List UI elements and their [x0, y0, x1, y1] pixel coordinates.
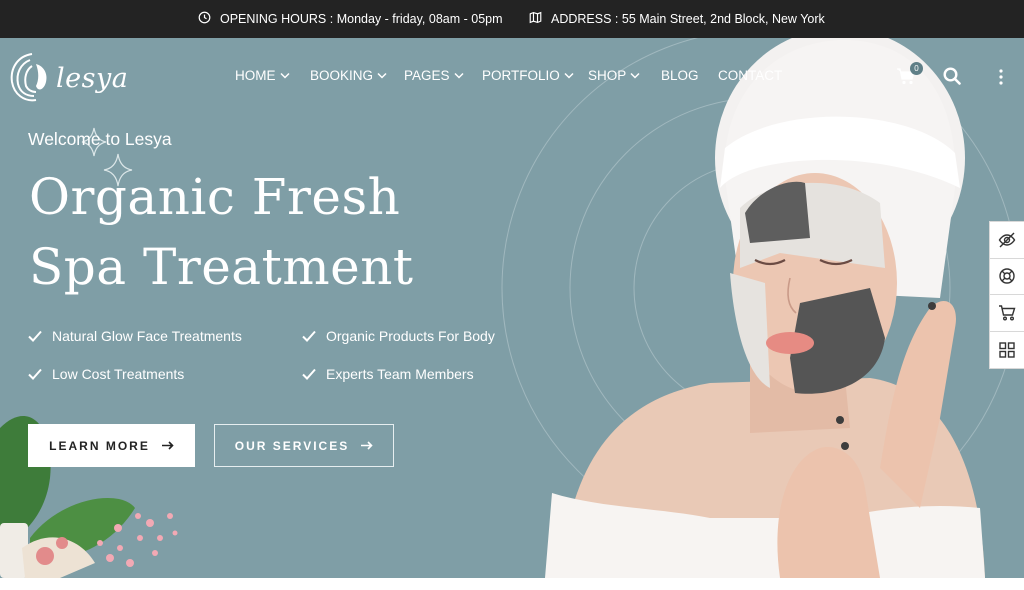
more-vertical-icon[interactable] [998, 69, 1004, 90]
feature-text: Natural Glow Face Treatments [52, 328, 242, 344]
chevron-down-icon [454, 72, 464, 79]
feature-text: Organic Products For Body [326, 328, 495, 344]
clock-icon [198, 11, 211, 27]
chevron-down-icon [279, 72, 290, 79]
hero-section: lesya HOME BOOKING PAGES PORTFOLIO SHOP … [0, 38, 1024, 578]
woman-with-face-mask-image [545, 38, 985, 578]
headline-line-1: Organic Fresh [29, 168, 401, 226]
nav-home-label: HOME [235, 68, 276, 83]
nav-booking-label: BOOKING [310, 68, 374, 83]
hero-headline: Organic Fresh Spa Treatment [29, 162, 414, 302]
arrow-right-icon [161, 441, 174, 450]
brand-name: lesya [56, 62, 129, 94]
opening-hours: OPENING HOURS : Monday - friday, 08am - … [198, 0, 503, 38]
opening-hours-value: Monday - friday, 08am - 05pm [336, 12, 503, 26]
nav-pages[interactable]: PAGES [404, 68, 464, 83]
cart-icon[interactable] [990, 295, 1024, 332]
nav-blog-label: BLOG [661, 68, 699, 83]
lifebuoy-icon[interactable] [990, 259, 1024, 295]
feature-item: Experts Team Members [302, 366, 474, 382]
map-icon [529, 11, 542, 27]
search-icon[interactable] [943, 67, 961, 90]
chevron-down-icon [630, 72, 640, 79]
our-services-label: OUR SERVICES [234, 438, 350, 453]
headline-line-2: Spa Treatment [29, 238, 414, 296]
nav-contact[interactable]: CONTACT [718, 68, 782, 83]
cart-count-badge: 0 [910, 62, 923, 75]
grid-icon[interactable] [990, 332, 1024, 369]
address: ADDRESS : 55 Main Street, 2nd Block, New… [529, 0, 825, 38]
nav-booking[interactable]: BOOKING [310, 68, 387, 83]
eye-off-icon[interactable] [990, 222, 1024, 259]
nav-pages-label: PAGES [404, 68, 450, 83]
learn-more-button[interactable]: LEARN MORE [28, 424, 195, 467]
spa-decor-image [0, 416, 178, 578]
nav-home[interactable]: HOME [235, 68, 290, 83]
chevron-down-icon [377, 72, 387, 79]
nav-portfolio-label: PORTFOLIO [482, 68, 560, 83]
address-value: 55 Main Street, 2nd Block, New York [621, 12, 825, 26]
chevron-down-icon [564, 72, 574, 79]
nav-shop[interactable]: SHOP [588, 68, 640, 83]
feature-item: Natural Glow Face Treatments [28, 328, 242, 344]
opening-hours-label: OPENING HOURS : [220, 12, 334, 26]
side-toolbar [989, 221, 1024, 369]
our-services-button[interactable]: OUR SERVICES [214, 424, 394, 467]
arrow-right-icon [361, 441, 373, 450]
feature-item: Organic Products For Body [302, 328, 495, 344]
nav-blog[interactable]: BLOG [661, 68, 699, 83]
nav-shop-label: SHOP [588, 68, 627, 83]
learn-more-label: LEARN MORE [49, 438, 150, 453]
nav-contact-label: CONTACT [718, 68, 783, 83]
feature-text: Experts Team Members [326, 366, 474, 382]
page-bottom-strip [0, 578, 1024, 590]
check-icon [28, 330, 42, 342]
feature-text: Low Cost Treatments [52, 366, 185, 382]
check-icon [302, 330, 316, 342]
check-icon [28, 368, 42, 380]
top-info-bar: OPENING HOURS : Monday - friday, 08am - … [0, 0, 1024, 38]
welcome-text: Welcome to Lesya [28, 129, 172, 149]
address-label: ADDRESS : [551, 12, 619, 26]
logo[interactable]: lesya [6, 50, 128, 104]
nav-portfolio[interactable]: PORTFOLIO [482, 68, 574, 83]
feature-item: Low Cost Treatments [28, 366, 184, 382]
logo-woman-icon [10, 53, 47, 102]
check-icon [302, 368, 316, 380]
